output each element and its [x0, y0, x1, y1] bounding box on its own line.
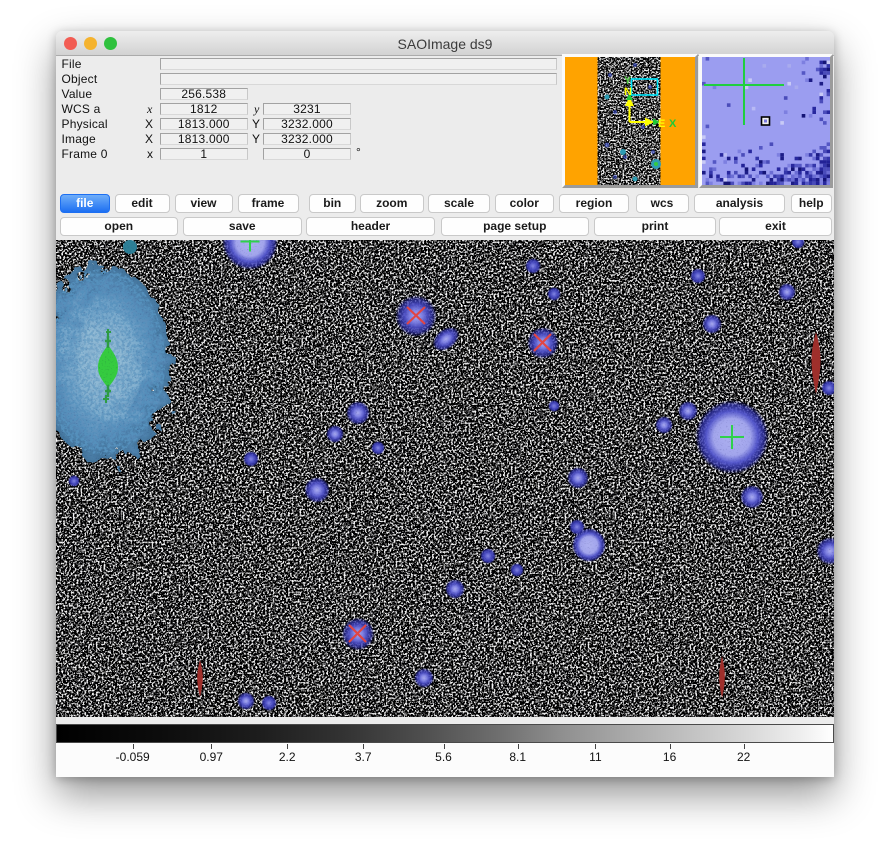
- svg-text:X: X: [669, 118, 677, 130]
- svg-text:E: E: [658, 118, 665, 130]
- svg-text:N: N: [624, 86, 632, 98]
- svg-text:Y: Y: [624, 75, 632, 87]
